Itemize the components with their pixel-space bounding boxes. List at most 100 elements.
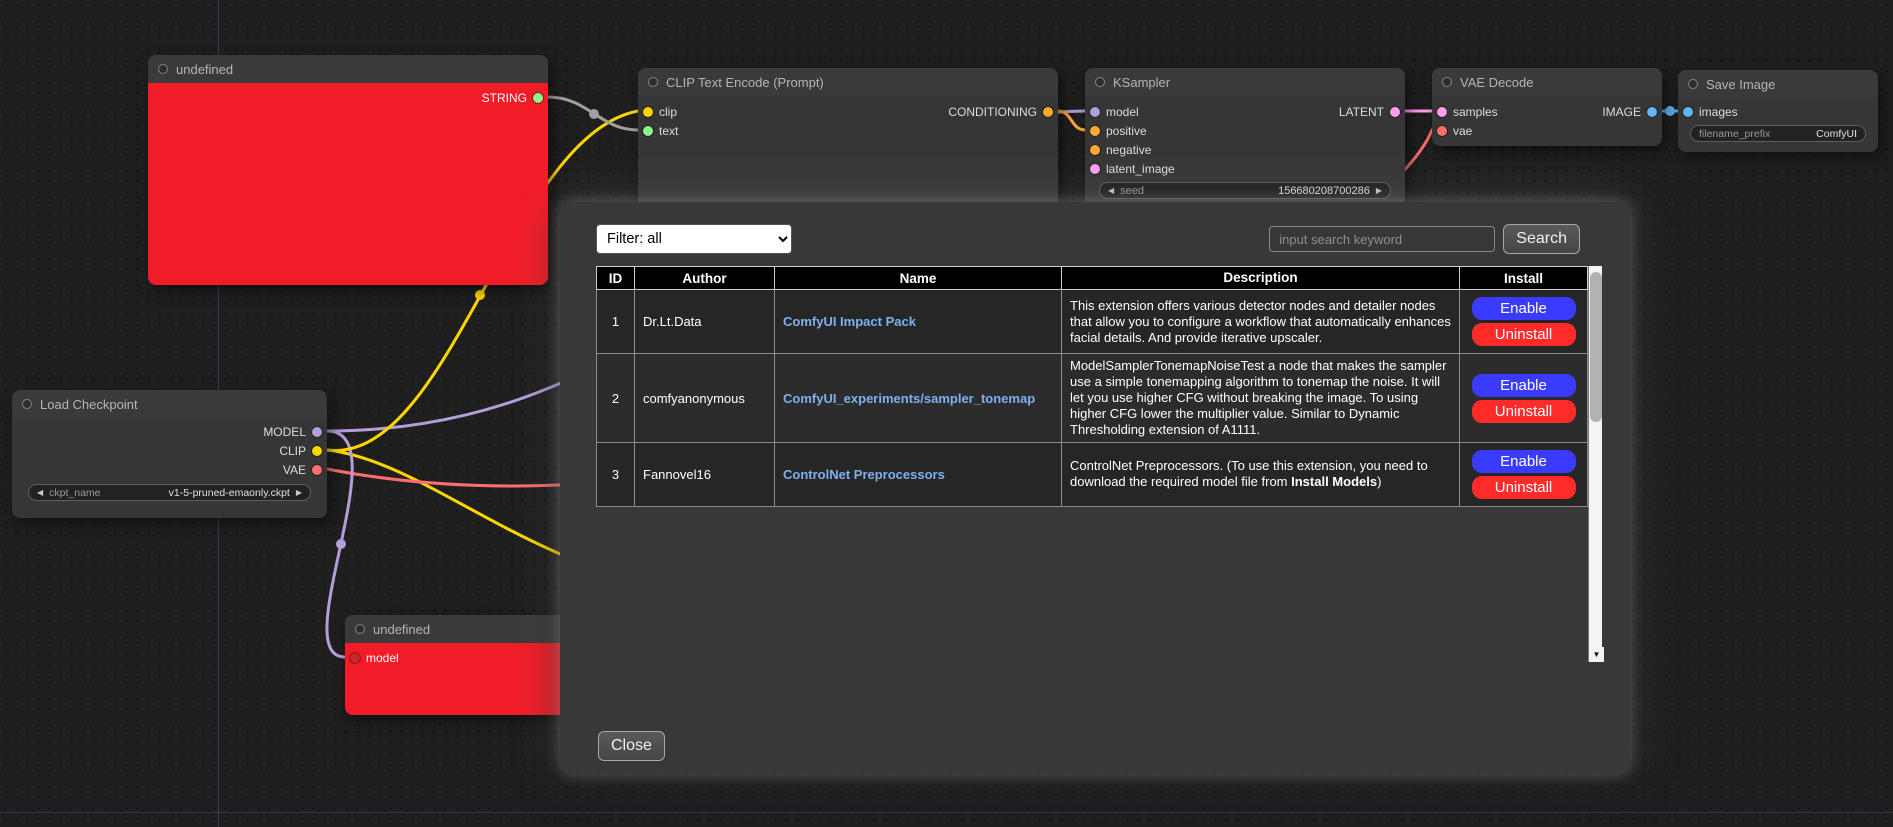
slot-clip-output[interactable] [312, 446, 322, 456]
widget-value: 156680208700286 [1278, 185, 1370, 197]
slot-label: images [1699, 105, 1738, 119]
widget-label: ckpt_name [49, 487, 100, 499]
slot-label: negative [1106, 143, 1151, 157]
table-header-row: ID Author Name Description Install [597, 267, 1588, 290]
slot-samples-input[interactable] [1437, 107, 1447, 117]
column-header-name: Name [775, 267, 1062, 290]
cell-author: Fannovel16 [635, 442, 775, 506]
enable-button[interactable]: Enable [1472, 297, 1576, 320]
cell-id: 3 [597, 442, 635, 506]
scroll-down-arrow-icon[interactable]: ▼ [1589, 647, 1604, 662]
uninstall-button[interactable]: Uninstall [1472, 323, 1576, 346]
widget-label: filename_prefix [1699, 128, 1770, 140]
collapse-dot-icon[interactable] [22, 399, 32, 409]
extension-link[interactable]: ControlNet Preprocessors [783, 467, 945, 482]
previous-arrow-icon[interactable]: ◀ [37, 489, 43, 497]
slot-latent-image-input[interactable] [1090, 164, 1100, 174]
cell-description: This extension offers various detector n… [1062, 290, 1460, 354]
slot-label: clip [659, 105, 677, 119]
node-load-checkpoint[interactable]: Load Checkpoint MODEL CLIP VAE [12, 390, 327, 518]
uninstall-button[interactable]: Uninstall [1472, 476, 1576, 499]
search-button[interactable]: Search [1503, 224, 1580, 254]
collapse-dot-icon[interactable] [648, 77, 658, 87]
slot-vae-input[interactable] [1437, 126, 1447, 136]
decrement-arrow-icon[interactable]: ◀ [1108, 187, 1114, 195]
slot-label: VAE [283, 463, 306, 477]
slot-image-output[interactable] [1647, 107, 1657, 117]
table-row: 1 Dr.Lt.Data ComfyUI Impact Pack This ex… [597, 290, 1588, 354]
node-undefined-top[interactable]: undefined STRING [148, 55, 548, 285]
filename-prefix-widget[interactable]: filename_prefix ComfyUI [1690, 125, 1866, 142]
slot-label: samples [1453, 105, 1498, 119]
slot-label: MODEL [263, 425, 306, 439]
ckpt-name-widget[interactable]: ◀ ckpt_name v1-5-pruned-emaonly.ckpt ▶ [28, 484, 311, 501]
slot-negative-input[interactable] [1090, 145, 1100, 155]
slot-latent-output[interactable] [1390, 107, 1400, 117]
slot-label: text [659, 124, 678, 138]
extension-link[interactable]: ComfyUI Impact Pack [783, 314, 916, 329]
node-header: VAE Decode [1432, 68, 1662, 96]
slot-label: STRING [482, 91, 527, 105]
graph-canvas[interactable]: undefined STRING CLIP Text Encode (Promp… [0, 0, 1893, 827]
node-undefined-bottom[interactable]: undefined model [345, 615, 575, 715]
column-header-install: Install [1460, 267, 1588, 290]
node-header: undefined [345, 615, 575, 643]
close-button[interactable]: Close [598, 731, 665, 761]
node-vae-decode[interactable]: VAE Decode samples IMAGE vae [1432, 68, 1662, 146]
node-header: CLIP Text Encode (Prompt) [638, 68, 1058, 96]
slot-model-output[interactable] [312, 427, 322, 437]
cell-id: 2 [597, 354, 635, 442]
collapse-dot-icon[interactable] [1688, 79, 1698, 89]
uninstall-button[interactable]: Uninstall [1472, 400, 1576, 423]
slot-positive-input[interactable] [1090, 126, 1100, 136]
slot-clip-input[interactable] [643, 107, 653, 117]
slot-vae-output[interactable] [312, 465, 322, 475]
seed-widget[interactable]: ◀ seed 156680208700286 ▶ [1099, 182, 1391, 199]
slot-images-input[interactable] [1683, 107, 1693, 117]
collapse-dot-icon[interactable] [158, 64, 168, 74]
enable-button[interactable]: Enable [1472, 450, 1576, 473]
widget-value: v1-5-pruned-emaonly.ckpt [169, 487, 290, 499]
scrollbar-thumb[interactable] [1590, 272, 1602, 422]
node-title: KSampler [1113, 75, 1170, 90]
column-header-author: Author [635, 267, 775, 290]
collapse-dot-icon[interactable] [355, 624, 365, 634]
widget-label: seed [1120, 185, 1144, 197]
table-row: 2 comfyanonymous ComfyUI_experiments/sam… [597, 354, 1588, 442]
extension-link[interactable]: ComfyUI_experiments/sampler_tonemap [783, 391, 1035, 406]
cell-author: Dr.Lt.Data [635, 290, 775, 354]
slot-string-output[interactable] [533, 93, 543, 103]
node-title: undefined [373, 622, 430, 637]
collapse-dot-icon[interactable] [1095, 77, 1105, 87]
node-header: Load Checkpoint [12, 390, 327, 418]
node-title: Save Image [1706, 77, 1775, 92]
slot-label: LATENT [1339, 105, 1384, 119]
filter-select[interactable]: Filter: all [596, 224, 792, 254]
increment-arrow-icon[interactable]: ▶ [1376, 187, 1382, 195]
scrollbar[interactable]: ▼ [1588, 266, 1602, 662]
collapse-dot-icon[interactable] [1442, 77, 1452, 87]
slot-label: IMAGE [1602, 105, 1641, 119]
search-input[interactable] [1269, 226, 1495, 252]
slot-text-input[interactable] [643, 126, 653, 136]
slot-model-input[interactable] [350, 653, 360, 663]
node-header: KSampler [1085, 68, 1405, 96]
node-title: undefined [176, 62, 233, 77]
slot-label: positive [1106, 124, 1147, 138]
node-header: Save Image [1678, 70, 1878, 98]
node-save-image[interactable]: Save Image images filename_prefix ComfyU… [1678, 70, 1878, 152]
node-title: CLIP Text Encode (Prompt) [666, 75, 824, 90]
slot-model-input[interactable] [1090, 107, 1100, 117]
cell-id: 1 [597, 290, 635, 354]
slot-conditioning-output[interactable] [1043, 107, 1053, 117]
enable-button[interactable]: Enable [1472, 374, 1576, 397]
widget-value: ComfyUI [1816, 128, 1857, 140]
slot-label: model [366, 651, 399, 665]
column-header-id: ID [597, 267, 635, 290]
next-arrow-icon[interactable]: ▶ [296, 489, 302, 497]
cell-description: ModelSamplerTonemapNoiseTest a node that… [1062, 354, 1460, 442]
cell-description: ControlNet Preprocessors. (To use this e… [1062, 442, 1460, 506]
slot-label: model [1106, 105, 1139, 119]
search-group: Search [1269, 224, 1580, 254]
cell-author: comfyanonymous [635, 354, 775, 442]
